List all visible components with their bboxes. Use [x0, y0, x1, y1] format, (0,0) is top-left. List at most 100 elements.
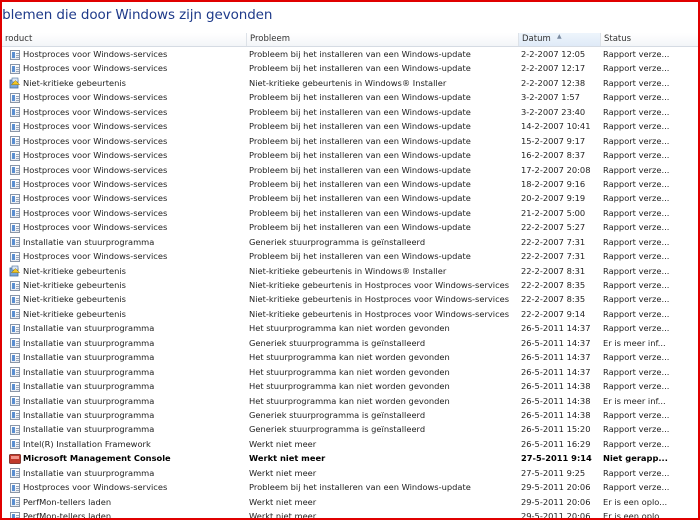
- cell-status: Rapport verze...: [603, 409, 670, 420]
- cell-datum: 26-5-2011 14:38: [521, 381, 591, 392]
- cell-datum: 3-2-2007 1:57: [521, 92, 580, 103]
- table-row[interactable]: Installatie van stuurprogramma Het stuurp…: [2, 394, 698, 408]
- document-icon: [10, 482, 20, 493]
- table-header: roduct Probleem Datum ▲ Status: [2, 33, 698, 47]
- column-header-status[interactable]: Status: [601, 33, 698, 46]
- cell-datum: 2-2-2007 12:38: [521, 77, 586, 88]
- table-row[interactable]: Installatie van stuurprogramma Het stuurp…: [2, 365, 698, 379]
- table-row[interactable]: Hostproces voor Windows-services Probleem…: [2, 206, 698, 220]
- table-row[interactable]: Microsoft Management Console Werkt niet m…: [2, 451, 698, 465]
- document-icon: [10, 323, 20, 334]
- table-row[interactable]: Hostproces voor Windows-services Probleem…: [2, 148, 698, 162]
- cell-status: Rapport verze...: [603, 294, 670, 305]
- document-icon: [10, 121, 20, 132]
- cell-probleem: Niet-kritieke gebeurtenis in Windows® In…: [249, 265, 447, 276]
- cell-product: Installatie van stuurprogramma: [23, 236, 155, 247]
- cell-datum: 18-2-2007 9:16: [521, 178, 586, 189]
- cell-probleem: Probleem bij het installeren van een Win…: [249, 207, 471, 218]
- table-row[interactable]: Hostproces voor Windows-services Probleem…: [2, 105, 698, 119]
- table-row[interactable]: Hostproces voor Windows-services Probleem…: [2, 191, 698, 205]
- cell-probleem: Probleem bij het installeren van een Win…: [249, 193, 471, 204]
- cell-status: Rapport verze...: [603, 178, 670, 189]
- document-icon: [10, 396, 20, 406]
- column-header-product[interactable]: roduct: [2, 33, 247, 46]
- cell-datum: 27-5-2011 9:25: [521, 467, 586, 478]
- cell-product: Installatie van stuurprogramma: [23, 337, 155, 348]
- table-row[interactable]: Hostproces voor Windows-services Probleem…: [2, 163, 698, 177]
- cell-probleem: Probleem bij het installeren van een Win…: [249, 150, 471, 161]
- table-row[interactable]: Niet-kritieke gebeurtenis Niet-kritieke g…: [2, 264, 698, 278]
- column-header-datum[interactable]: Datum ▲: [519, 33, 601, 46]
- cell-probleem: Niet-kritieke gebeurtenis in Hostproces …: [249, 280, 510, 290]
- table-row[interactable]: Intel(R) Installation Framework Werkt nie…: [2, 437, 698, 451]
- cell-probleem: Niet-kritieke gebeurtenis in Windows® In…: [249, 77, 447, 88]
- document-icon: [10, 439, 20, 450]
- table-row[interactable]: Installatie van stuurprogramma Generiek s…: [2, 422, 698, 436]
- cell-datum: 2-2-2007 12:05: [521, 49, 586, 59]
- table-row[interactable]: Installatie van stuurprogramma Het stuurp…: [2, 321, 698, 335]
- mmc-icon: [9, 453, 21, 464]
- cell-probleem: Generiek stuurprogramma is geïnstalleerd: [249, 236, 426, 247]
- cell-product: Installatie van stuurprogramma: [23, 381, 155, 392]
- cell-product: Intel(R) Installation Framework: [23, 438, 151, 449]
- installer-alert-icon: [9, 265, 21, 277]
- table-row[interactable]: Niet-kritieke gebeurtenis Niet-kritieke g…: [2, 76, 698, 90]
- document-icon: [10, 309, 20, 320]
- table-row[interactable]: PerfMon-tellers laden Werkt niet meer 29-5…: [2, 509, 698, 518]
- column-header-probleem[interactable]: Probleem: [247, 33, 519, 46]
- cell-datum: 16-2-2007 8:37: [521, 150, 586, 161]
- cell-probleem: Werkt niet meer: [249, 467, 317, 478]
- cell-datum: 22-2-2007 8:31: [521, 265, 586, 276]
- cell-datum: 27-5-2011 9:14: [521, 453, 592, 464]
- table-row[interactable]: Installatie van stuurprogramma Generiek s…: [2, 336, 698, 350]
- cell-datum: 22-2-2007 5:27: [521, 222, 586, 233]
- table-row[interactable]: PerfMon-tellers laden Werkt niet meer 29-5…: [2, 495, 698, 509]
- cell-product: Installatie van stuurprogramma: [23, 366, 155, 377]
- table-row[interactable]: Hostproces voor Windows-services Probleem…: [2, 177, 698, 191]
- cell-status: Rapport verze...: [603, 482, 670, 493]
- table-row[interactable]: Hostproces voor Windows-services Probleem…: [2, 134, 698, 148]
- table-row[interactable]: Hostproces voor Windows-services Probleem…: [2, 47, 698, 61]
- cell-probleem: Probleem bij het installeren van een Win…: [249, 164, 471, 175]
- cell-datum: 22-2-2007 7:31: [521, 236, 586, 247]
- table-row[interactable]: Installatie van stuurprogramma Werkt niet…: [2, 466, 698, 480]
- table-row[interactable]: Hostproces voor Windows-services Probleem…: [2, 61, 698, 75]
- table-row[interactable]: Hostproces voor Windows-services Probleem…: [2, 90, 698, 104]
- cell-status: Rapport verze...: [603, 438, 670, 449]
- cell-status: Rapport verze...: [603, 121, 670, 132]
- cell-probleem: Het stuurprogramma kan niet worden gevon…: [249, 366, 450, 377]
- cell-product: Niet-kritieke gebeurtenis: [23, 294, 126, 305]
- document-icon: [10, 381, 20, 392]
- table-row[interactable]: Niet-kritieke gebeurtenis Niet-kritieke g…: [2, 278, 698, 292]
- document-icon: [10, 410, 20, 421]
- table-row[interactable]: Hostproces voor Windows-services Probleem…: [2, 249, 698, 263]
- cell-product: Hostproces voor Windows-services: [23, 178, 168, 189]
- cell-status: Rapport verze...: [603, 63, 670, 74]
- table-row[interactable]: Installatie van stuurprogramma Generiek s…: [2, 408, 698, 422]
- table-row[interactable]: Niet-kritieke gebeurtenis Niet-kritieke g…: [2, 292, 698, 306]
- cell-probleem: Niet-kritieke gebeurtenis in Hostproces …: [249, 294, 510, 305]
- table-row[interactable]: Installatie van stuurprogramma Het stuurp…: [2, 350, 698, 364]
- table-row[interactable]: Hostproces voor Windows-services Probleem…: [2, 220, 698, 234]
- cell-probleem: Probleem bij het installeren van een Win…: [249, 178, 471, 189]
- cell-datum: 14-2-2007 10:41: [521, 121, 591, 132]
- cell-probleem: Het stuurprogramma kan niet worden gevon…: [249, 352, 450, 363]
- document-icon: [10, 63, 20, 74]
- document-icon: [10, 338, 20, 349]
- cell-product: Niet-kritieke gebeurtenis: [23, 308, 126, 319]
- table-row[interactable]: Hostproces voor Windows-services Probleem…: [2, 480, 698, 494]
- cell-status: Rapport verze...: [603, 207, 670, 218]
- table-row[interactable]: Hostproces voor Windows-services Probleem…: [2, 119, 698, 133]
- cell-product: Hostproces voor Windows-services: [23, 193, 168, 204]
- cell-status: Rapport verze...: [603, 308, 670, 319]
- document-icon: [10, 179, 20, 190]
- cell-probleem: Probleem bij het installeren van een Win…: [249, 482, 471, 493]
- cell-probleem: Probleem bij het installeren van een Win…: [249, 49, 471, 59]
- table-row[interactable]: Installatie van stuurprogramma Generiek s…: [2, 235, 698, 249]
- cell-product: Hostproces voor Windows-services: [23, 164, 168, 175]
- table-row[interactable]: Installatie van stuurprogramma Het stuurp…: [2, 379, 698, 393]
- cell-status: Rapport verze...: [603, 366, 670, 377]
- table-row[interactable]: Niet-kritieke gebeurtenis Niet-kritieke g…: [2, 307, 698, 321]
- cell-status: Rapport verze...: [603, 106, 670, 117]
- cell-product: Hostproces voor Windows-services: [23, 106, 168, 117]
